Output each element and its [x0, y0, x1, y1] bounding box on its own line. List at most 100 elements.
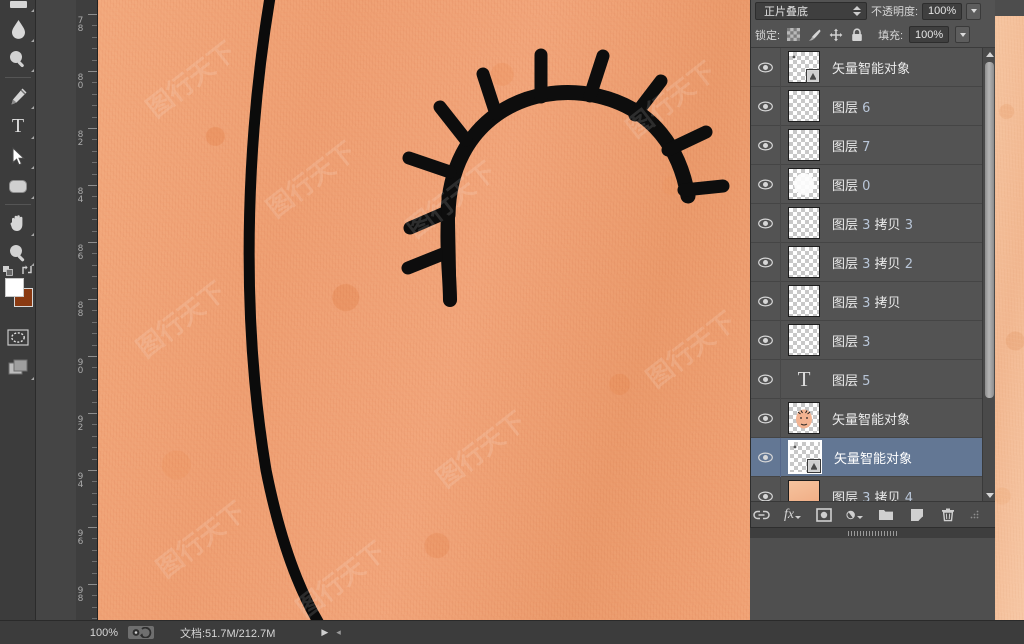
layer-row[interactable]: 图层 3	[751, 320, 995, 360]
statusbar-expand-arrow[interactable]: ▶	[321, 627, 328, 638]
add-layer-mask-button[interactable]	[815, 506, 832, 523]
layer-visibility-toggle[interactable]	[751, 48, 781, 87]
layer-visibility-toggle[interactable]	[751, 164, 781, 204]
layer-visibility-toggle[interactable]	[751, 398, 781, 438]
layer-name[interactable]: 矢量智能对象	[834, 448, 912, 467]
layer-list[interactable]: 矢量智能对象 图层 6 图层 7 图层 0 图层 3 拷贝 3 图层 3 拷贝 2 图层 3…	[751, 48, 995, 501]
quick-mask-button[interactable]	[0, 322, 36, 352]
layer-name[interactable]: 图层 3 拷贝 2	[832, 253, 913, 272]
layer-name[interactable]: 图层 7	[832, 136, 870, 155]
layer-thumbnail[interactable]	[788, 90, 820, 122]
layer-visibility-toggle[interactable]	[751, 125, 781, 165]
layer-thumbnail[interactable]	[788, 440, 822, 474]
layer-row[interactable]: 矢量智能对象	[751, 437, 995, 477]
ruler-minor-tick	[92, 515, 97, 517]
layer-row[interactable]: T 图层 5	[751, 359, 995, 399]
blend-mode-select[interactable]: 正片叠底	[755, 2, 867, 20]
trash-icon	[941, 508, 954, 522]
lock-position-icon[interactable]	[828, 27, 843, 42]
layer-thumbnail[interactable]	[788, 207, 820, 239]
statusbar-collapse-arrow[interactable]: ◂	[336, 627, 341, 638]
ruler-minor-tick	[92, 230, 97, 232]
ruler-minor-tick	[92, 492, 97, 494]
layer-row[interactable]: 图层 3 拷贝 2	[751, 242, 995, 282]
layer-name[interactable]: 矢量智能对象	[832, 409, 910, 428]
lock-all-icon[interactable]	[849, 27, 864, 42]
adjustment-layer-button[interactable]	[846, 506, 863, 523]
scroll-up-button[interactable]	[983, 48, 995, 60]
layer-name[interactable]: 图层 0	[832, 175, 870, 194]
layer-row[interactable]: 图层 7	[751, 125, 995, 165]
layer-name[interactable]: 图层 6	[832, 97, 870, 116]
blur-tool[interactable]	[0, 14, 36, 44]
layer-thumbnail[interactable]	[788, 402, 820, 434]
layer-visibility-toggle[interactable]	[751, 476, 781, 501]
layer-row[interactable]: 矢量智能对象	[751, 398, 995, 438]
ruler-major-tick	[88, 71, 97, 72]
layer-name[interactable]: 图层 3 拷贝	[832, 292, 901, 311]
layer-name[interactable]: 图层 3 拷贝 3	[832, 214, 913, 233]
layer-thumbnail[interactable]	[788, 168, 820, 200]
layer-thumbnail[interactable]	[788, 129, 820, 161]
new-group-button[interactable]	[877, 506, 894, 523]
panel-bottom-grip[interactable]	[750, 528, 995, 538]
document-canvas[interactable]: 图行天下 图行天下 图行天下 图行天下 图行天下 图行天下 图行天下 图行天下 …	[98, 0, 750, 620]
pen-tool[interactable]	[0, 81, 36, 111]
swap-colors-icon[interactable]	[21, 264, 33, 276]
layer-thumbnail[interactable]	[788, 480, 820, 501]
layer-row[interactable]: 矢量智能对象	[751, 48, 995, 87]
layer-visibility-toggle[interactable]	[751, 359, 781, 399]
tool-expand-corner-icon	[31, 39, 34, 42]
layer-visibility-toggle[interactable]	[751, 281, 781, 321]
panel-resize-grip[interactable]	[966, 506, 983, 523]
layer-style-button[interactable]: fx	[784, 506, 802, 523]
layers-scrollbar[interactable]	[982, 48, 995, 501]
zoom-level[interactable]: 100%	[76, 627, 124, 639]
scrollbar-thumb[interactable]	[985, 62, 994, 398]
reset-colors-icon[interactable]	[3, 266, 13, 276]
type-layer-thumbnail[interactable]: T	[788, 363, 820, 395]
link-layers-button[interactable]	[753, 506, 770, 523]
type-tool[interactable]: T	[0, 111, 36, 141]
opacity-dropdown-button[interactable]	[966, 2, 982, 20]
layer-visibility-toggle[interactable]	[751, 242, 781, 282]
layer-name[interactable]: 图层 3	[832, 331, 870, 350]
new-layer-button[interactable]	[908, 506, 925, 523]
eye-icon	[758, 217, 773, 229]
ruler-major-tick	[88, 470, 97, 471]
layer-row[interactable]: 图层 3 拷贝 4	[751, 476, 995, 502]
fill-input[interactable]: 100%	[909, 26, 950, 43]
layer-thumbnail[interactable]	[788, 324, 820, 356]
layer-visibility-toggle[interactable]	[751, 437, 781, 477]
path-selection-tool[interactable]	[0, 141, 36, 171]
dodge-tool[interactable]	[0, 44, 36, 74]
layer-thumbnail[interactable]	[788, 51, 820, 83]
delete-layer-button[interactable]	[939, 506, 956, 523]
foreground-color-swatch[interactable]	[5, 278, 24, 297]
layer-row[interactable]: 图层 0	[751, 164, 995, 204]
layer-visibility-toggle[interactable]	[751, 320, 781, 360]
lock-transparent-pixels-icon[interactable]	[786, 27, 801, 42]
tool-partial-top[interactable]	[0, 0, 36, 14]
layer-row[interactable]: 图层 3 拷贝	[751, 281, 995, 321]
opacity-input[interactable]: 100%	[922, 2, 963, 20]
lock-image-pixels-icon[interactable]	[807, 27, 822, 42]
layer-name[interactable]: 图层 5	[832, 370, 870, 389]
lock-row: 锁定: 填充: 100%	[751, 22, 995, 48]
hand-tool[interactable]	[0, 208, 36, 238]
layer-visibility-toggle[interactable]	[751, 86, 781, 126]
fill-dropdown-button[interactable]	[955, 26, 971, 43]
vertical-ruler[interactable]: 78 80 82 84 86 88 90 92 94 96 98	[76, 0, 98, 620]
scroll-down-button[interactable]	[983, 489, 995, 501]
layer-name[interactable]: 图层 3 拷贝 4	[832, 487, 913, 502]
screen-mode-button[interactable]	[0, 352, 36, 382]
layer-thumbnail[interactable]	[788, 285, 820, 317]
layer-row[interactable]: 图层 6	[751, 86, 995, 126]
document-info-icon[interactable]	[128, 626, 154, 639]
layer-thumbnail[interactable]	[788, 246, 820, 278]
lock-label: 锁定:	[755, 29, 781, 42]
layer-name[interactable]: 矢量智能对象	[832, 58, 910, 77]
shape-tool[interactable]	[0, 171, 36, 201]
layer-visibility-toggle[interactable]	[751, 203, 781, 243]
layer-row[interactable]: 图层 3 拷贝 3	[751, 203, 995, 243]
